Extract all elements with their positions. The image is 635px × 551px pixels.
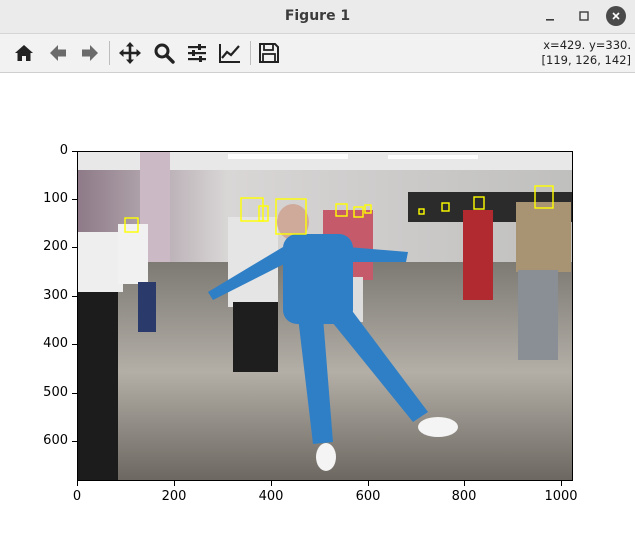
x-tick (174, 481, 175, 486)
cursor-readout: x=429. y=330. [119, 126, 142] (542, 38, 631, 68)
y-tick (72, 296, 77, 297)
shoe (316, 443, 336, 471)
image-content (78, 152, 572, 480)
toolbar-separator (109, 41, 110, 65)
person-legs (138, 282, 156, 332)
edit-axis-button[interactable] (216, 39, 244, 67)
close-icon (612, 12, 620, 20)
close-button[interactable] (606, 6, 626, 26)
y-tick-label: 600 (43, 433, 68, 448)
forward-icon (82, 45, 98, 61)
configure-subplots-icon (188, 44, 206, 62)
x-tick (464, 481, 465, 486)
minimize-icon (546, 19, 554, 21)
home-button[interactable] (10, 39, 38, 67)
y-tick (72, 441, 77, 442)
save-icon (259, 43, 279, 63)
maximize-icon (579, 11, 589, 21)
x-tick-label: 600 (355, 489, 381, 504)
person-left-shirt (78, 232, 123, 292)
ceiling-light (388, 155, 478, 159)
y-tick (72, 393, 77, 394)
y-tick (72, 247, 77, 248)
x-tick-label: 1000 (544, 489, 578, 504)
back-icon (50, 45, 66, 61)
x-tick-label: 200 (161, 489, 187, 504)
x-tick (271, 481, 272, 486)
y-tick-label: 200 (43, 239, 68, 254)
y-tick (72, 199, 77, 200)
edit-axis-icon (219, 44, 240, 63)
pixel-value: [119, 126, 142] (541, 53, 631, 67)
x-tick-label: 800 (451, 489, 477, 504)
x-tick-label: 400 (258, 489, 284, 504)
save-button[interactable] (255, 39, 283, 67)
person-right (516, 202, 571, 272)
toolbar: x=429. y=330. [119, 126, 142] (0, 34, 635, 73)
y-tick (72, 151, 77, 152)
ceiling-light (228, 154, 348, 159)
y-tick-label: 100 (43, 191, 68, 206)
cursor-coordinates: x=429. y=330. (543, 38, 631, 52)
configure-subplots-button[interactable] (183, 39, 211, 67)
image-axes[interactable] (77, 151, 573, 481)
y-tick-label: 500 (43, 385, 68, 400)
person (463, 210, 493, 300)
person-legs (233, 302, 278, 372)
back-button[interactable] (44, 39, 72, 67)
y-tick-label: 0 (59, 143, 68, 158)
zoom-button[interactable] (150, 39, 178, 67)
y-tick-label: 300 (43, 288, 68, 303)
y-tick (72, 344, 77, 345)
maximize-button[interactable] (574, 6, 594, 26)
forward-button[interactable] (76, 39, 104, 67)
pan-icon (119, 42, 141, 64)
title-bar: Figure 1 (0, 0, 635, 34)
zoom-icon (154, 43, 175, 64)
person (118, 224, 148, 284)
shoe (418, 417, 458, 437)
toolbar-separator (250, 41, 251, 65)
x-tick (77, 481, 78, 486)
x-tick-label: 0 (72, 489, 82, 504)
pan-button[interactable] (116, 39, 144, 67)
x-tick (368, 481, 369, 486)
minimize-button[interactable] (540, 6, 560, 26)
y-tick-label: 400 (43, 336, 68, 351)
person-right-legs (518, 270, 558, 360)
main-person-torso (283, 234, 353, 324)
home-icon (15, 45, 33, 61)
x-tick (561, 481, 562, 486)
